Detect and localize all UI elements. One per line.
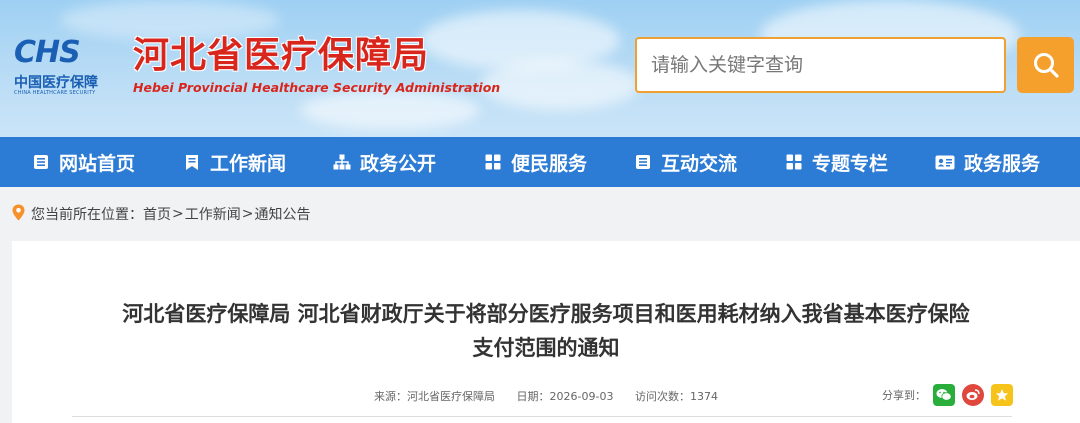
- share-bar: 分享到：: [882, 384, 1013, 406]
- article-date: 日期：2026-09-03: [517, 390, 614, 403]
- breadcrumb-separator: >: [241, 206, 254, 222]
- nav-item-label: 网站首页: [59, 152, 136, 175]
- nav-item-gov-affairs[interactable]: 政务公开: [333, 137, 436, 187]
- bookmark-icon: [183, 153, 201, 171]
- breadcrumb-work-news[interactable]: 工作新闻: [185, 204, 241, 224]
- nav-item-topics[interactable]: 专题专栏: [785, 137, 888, 187]
- site-subtitle: Hebei Provincial Healthcare Security Adm…: [133, 80, 501, 95]
- site-title[interactable]: 河北省医疗保障局: [133, 36, 429, 76]
- wechat-icon: [936, 389, 952, 401]
- nav-item-label: 工作新闻: [210, 152, 287, 175]
- share-label: 分享到：: [882, 389, 926, 402]
- location-pin-icon: [12, 204, 25, 225]
- search-button[interactable]: [1017, 37, 1074, 93]
- views-value: 1374: [689, 390, 718, 403]
- chs-logo[interactable]: CHS 中国医疗保障 CHINA HEALTHCARE SECURITY: [14, 38, 110, 98]
- grid-icon: [785, 153, 803, 171]
- main-nav: 网站首页 工作新闻 政务公开 便民服务 互动交流 专题专栏 政务服务: [0, 137, 1080, 187]
- nav-item-label: 便民服务: [511, 152, 588, 175]
- nav-item-interaction[interactable]: 互动交流: [634, 137, 737, 187]
- article-source: 来源：河北省医疗保障局: [374, 390, 495, 403]
- chs-logo-cn: 中国医疗保障: [14, 75, 98, 91]
- cloud-decoration: [60, 0, 280, 40]
- search-input[interactable]: [637, 39, 1004, 91]
- id-card-icon: [935, 153, 955, 171]
- nav-item-label: 互动交流: [661, 152, 738, 175]
- chs-logo-en: CHINA HEALTHCARE SECURITY: [14, 90, 96, 96]
- nav-item-label: 专题专栏: [812, 152, 889, 175]
- nav-item-label: 政务服务: [964, 152, 1041, 175]
- org-chart-icon: [333, 153, 351, 171]
- breadcrumb-prefix: 您当前所在位置：: [31, 207, 143, 223]
- weibo-icon: [966, 389, 980, 400]
- breadcrumb: 您当前所在位置： 首页 > 工作新闻 > 通知公告: [12, 201, 310, 227]
- search-icon: [1033, 53, 1059, 78]
- cloud-decoration: [480, 60, 640, 110]
- article-divider: [72, 416, 1012, 417]
- grid-icon: [484, 153, 502, 171]
- weibo-share-button[interactable]: [962, 384, 984, 406]
- views-label: 访问次数：: [634, 390, 690, 403]
- breadcrumb-home[interactable]: 首页: [143, 204, 171, 224]
- breadcrumb-notices[interactable]: 通知公告: [254, 204, 310, 224]
- article-views: 访问次数：1374: [635, 390, 718, 403]
- star-icon: [995, 389, 1009, 401]
- date-value: 2026-09-03: [549, 390, 614, 403]
- chs-logo-letters: CHS: [14, 35, 81, 70]
- wechat-share-button[interactable]: [933, 384, 955, 406]
- nav-item-news[interactable]: 工作新闻: [183, 137, 286, 187]
- article-title-line2: 支付范围的通知: [472, 336, 620, 360]
- date-label: 日期：: [516, 390, 550, 403]
- list-icon: [32, 153, 50, 171]
- nav-item-services[interactable]: 便民服务: [484, 137, 587, 187]
- breadcrumb-separator: >: [172, 206, 184, 222]
- nav-item-gov-services[interactable]: 政务服务: [935, 137, 1040, 187]
- search-box: [635, 37, 1006, 93]
- article-card: 河北省医疗保障局 河北省财政厅关于将部分医疗服务项目和医用耗材纳入我省基本医疗保…: [12, 241, 1080, 423]
- nav-item-home[interactable]: 网站首页: [32, 137, 135, 187]
- site-header: CHS 中国医疗保障 CHINA HEALTHCARE SECURITY 河北省…: [0, 0, 1080, 137]
- article-title-line1: 河北省医疗保障局 河北省财政厅关于将部分医疗服务项目和医用耗材纳入我省基本医疗保…: [122, 302, 970, 326]
- qzone-share-button[interactable]: [991, 384, 1013, 406]
- list-icon: [634, 153, 652, 171]
- cloud-decoration: [300, 90, 480, 130]
- article-title: 河北省医疗保障局 河北省财政厅关于将部分医疗服务项目和医用耗材纳入我省基本医疗保…: [12, 297, 1080, 365]
- nav-item-label: 政务公开: [360, 152, 437, 175]
- source-value: 河北省医疗保障局: [407, 390, 496, 403]
- source-label: 来源：: [374, 390, 408, 403]
